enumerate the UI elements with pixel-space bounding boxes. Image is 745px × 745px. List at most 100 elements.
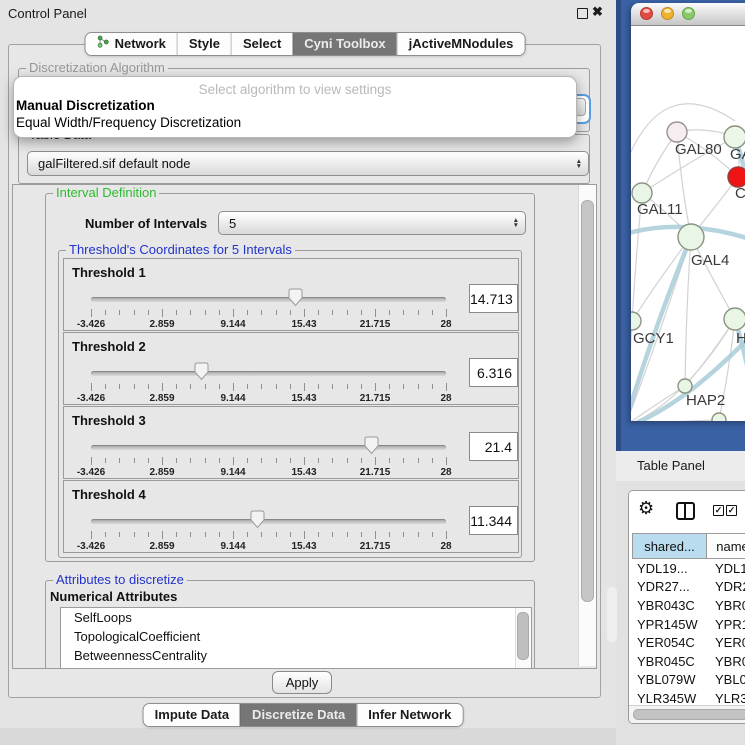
slider-track[interactable] (91, 519, 446, 524)
tab-impute-data[interactable]: Impute Data (144, 704, 240, 726)
network-window-titlebar[interactable] (631, 3, 745, 26)
network-node[interactable] (678, 379, 692, 393)
tick-label: -3.426 (77, 393, 105, 404)
cell-shared-name: YER054C (632, 635, 706, 650)
network-node[interactable] (667, 122, 687, 142)
cell-shared-name: YDL19... (632, 561, 706, 576)
tab-infer-network[interactable]: Infer Network (356, 704, 462, 726)
tick-label: 15.43 (291, 319, 316, 330)
slider-track[interactable] (91, 371, 446, 376)
table-toolbar: ⚙ ✓ ✓ (629, 491, 745, 533)
slider-track[interactable] (91, 445, 446, 450)
number-of-intervals-combobox[interactable]: 5 ▲▼ (218, 211, 526, 235)
tab-select[interactable]: Select (231, 33, 292, 55)
network-node[interactable] (632, 183, 652, 203)
tab-jactivemnodules[interactable]: jActiveMNodules (397, 33, 525, 55)
tab-label: Select (243, 33, 281, 55)
apply-button[interactable]: Apply (272, 671, 332, 694)
network-node[interactable] (678, 224, 704, 250)
tab-label: Infer Network (368, 704, 451, 726)
tab-network[interactable]: Network (86, 33, 177, 55)
network-edge[interactable] (691, 237, 735, 319)
numerical-attributes-list[interactable]: SelfLoopsTopologicalCoefficientBetweenne… (60, 607, 532, 668)
attribute-list-item[interactable]: BetweennessCentrality (61, 646, 531, 665)
tick-label: 21.715 (360, 319, 391, 330)
slider-ticks (91, 309, 446, 318)
threshold-value-field[interactable]: 14.713 (469, 284, 518, 313)
threshold-slider[interactable]: -3.4262.8599.14415.4321.71528 (91, 435, 446, 479)
dropdown-hint: Select algorithm to view settings (14, 82, 576, 97)
table-row[interactable]: YBR043C YBR0 (632, 596, 745, 615)
slider-thumb[interactable] (288, 288, 303, 307)
panel-divider-grip[interactable] (607, 587, 617, 642)
threshold-slider[interactable]: -3.4262.8599.14415.4321.71528 (91, 287, 446, 331)
column-layout-icon[interactable] (676, 502, 695, 520)
network-node[interactable] (631, 312, 641, 330)
network-node[interactable] (728, 167, 745, 187)
cell-shared-name: YBL079W (632, 672, 706, 687)
cell-name: YBL0 (706, 672, 745, 687)
close-icon[interactable]: ✖ (592, 4, 603, 20)
tab-cyni-toolbox[interactable]: Cyni Toolbox (292, 33, 396, 55)
threshold-value-field[interactable]: 21.4 (469, 432, 518, 461)
table-row[interactable]: YLR345W YLR3 (632, 689, 745, 705)
table-row[interactable]: YPR145W YPR1 (632, 615, 745, 634)
tab-discretize-data[interactable]: Discretize Data (240, 704, 356, 726)
control-panel-titlebar: Control Panel ✖ (0, 0, 616, 27)
table-row[interactable]: YBL079W YBL0 (632, 671, 745, 690)
float-window-icon[interactable] (577, 8, 588, 19)
threshold-value-field[interactable]: 6.316 (469, 358, 518, 387)
slider-thumb[interactable] (250, 510, 265, 529)
tab-style[interactable]: Style (177, 33, 231, 55)
gear-icon[interactable]: ⚙ (638, 498, 654, 519)
minimize-traffic-light-icon[interactable] (661, 7, 674, 20)
tick-label: 9.144 (220, 393, 245, 404)
cell-shared-name: YLR345W (632, 691, 706, 705)
combo-value: galFiltered.sif default node (28, 156, 190, 171)
vertical-scrollbar-thumb[interactable] (581, 200, 594, 602)
column-header-shared-name[interactable]: shared... (633, 534, 707, 558)
list-scrollbar-track[interactable] (515, 608, 531, 668)
table-data-combobox[interactable]: galFiltered.sif default node ▲▼ (27, 151, 589, 176)
attribute-list-item[interactable]: TopologicalCoefficient (61, 627, 531, 646)
zoom-traffic-light-icon[interactable] (682, 7, 695, 20)
tick-label: 15.43 (291, 541, 316, 552)
threshold-value-field[interactable]: 11.344 (469, 506, 518, 535)
tick-label: 2.859 (149, 541, 174, 552)
table-row[interactable]: YER054C YER0 (632, 633, 745, 652)
horizontal-scrollbar-track[interactable] (629, 705, 745, 724)
table-row[interactable]: YBR045C YBR0 (632, 652, 745, 671)
network-canvas[interactable]: GAL80GACGAL11GAL4GCY1HHAP2 (631, 26, 745, 421)
slider-thumb[interactable] (364, 436, 379, 455)
tick-label: 2.859 (149, 393, 174, 404)
dropdown-option-equal-width[interactable]: Equal Width/Frequency Discretization (14, 114, 576, 131)
slider-track[interactable] (91, 297, 446, 302)
checkbox-icon[interactable]: ✓ (713, 505, 724, 516)
horizontal-scrollbar-thumb[interactable] (633, 709, 745, 720)
attribute-list-item[interactable]: SelfLoops (61, 608, 531, 627)
slider-tick-labels: -3.4262.8599.14415.4321.71528 (91, 319, 446, 331)
table-row[interactable]: YDL19... YDL1 (632, 559, 745, 578)
cell-name: YLR3 (706, 691, 745, 705)
tick-label: -3.426 (77, 467, 105, 478)
network-view-window[interactable]: GAL80GACGAL11GAL4GCY1HHAP2 (631, 3, 745, 421)
list-scrollbar-thumb[interactable] (517, 612, 529, 660)
column-header-name[interactable]: name (707, 534, 745, 558)
table-row[interactable]: YDR27... YDR2 (632, 578, 745, 597)
dropdown-option-manual[interactable]: Manual Discretization (14, 97, 576, 114)
network-edge[interactable] (631, 386, 685, 421)
node-table: ⚙ ✓ ✓ shared... name YDL19... YDL1YDR27.… (628, 490, 745, 724)
threshold-slider[interactable]: -3.4262.8599.14415.4321.71528 (91, 509, 446, 553)
cyni-mode-tabs: Impute Data Discretize Data Infer Networ… (143, 703, 464, 727)
threshold-slider[interactable]: -3.4262.8599.14415.4321.71528 (91, 361, 446, 405)
close-traffic-light-icon[interactable] (640, 7, 653, 20)
slider-tick-labels: -3.4262.8599.14415.4321.71528 (91, 393, 446, 405)
slider-thumb[interactable] (194, 362, 209, 381)
checkbox-icon[interactable]: ✓ (726, 505, 737, 516)
slider-ticks (91, 457, 446, 466)
network-node[interactable] (724, 308, 745, 330)
network-node[interactable] (712, 413, 726, 421)
threshold-row: Threshold 3 -3.4262.8599.14415.4321.7152… (63, 406, 519, 479)
network-node[interactable] (724, 126, 745, 148)
control-panel-tabs: Network Style Select Cyni Toolbox jActiv… (85, 32, 526, 56)
